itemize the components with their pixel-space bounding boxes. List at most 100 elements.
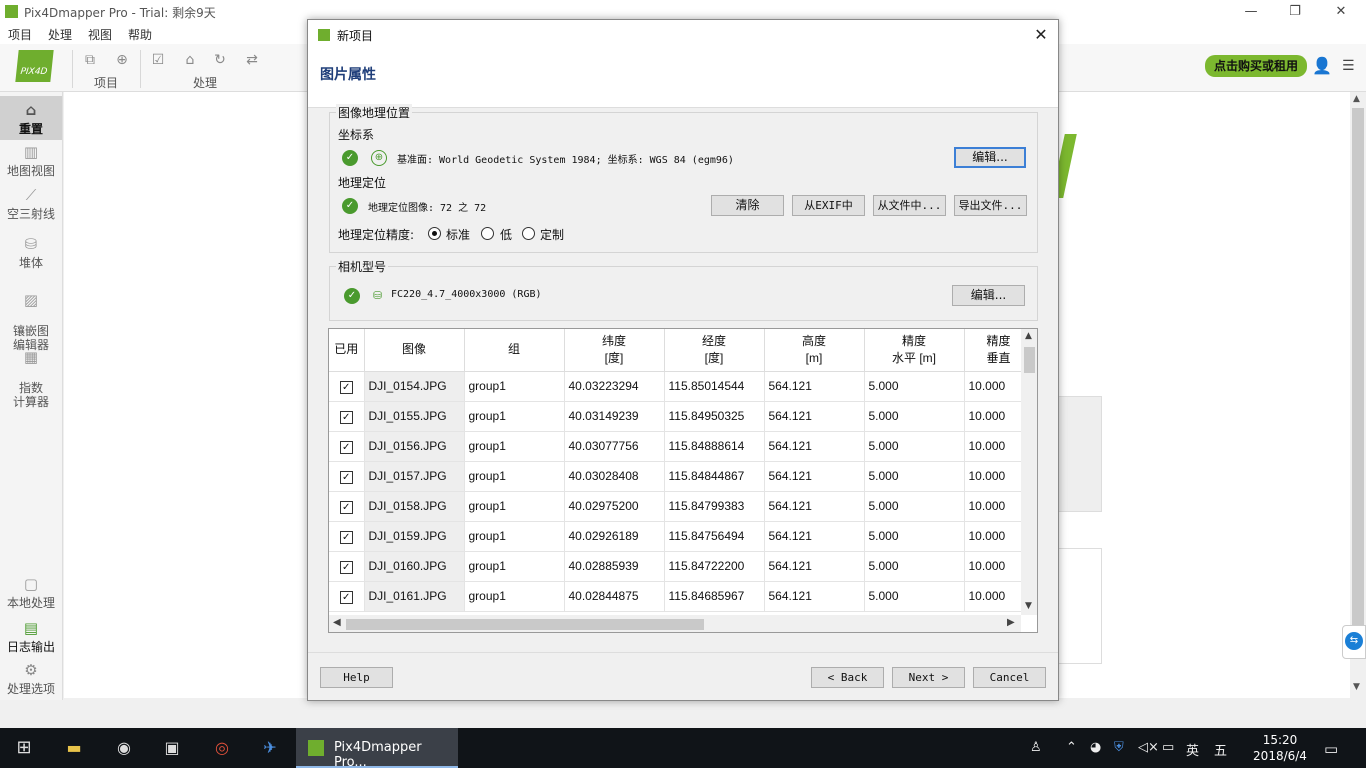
dialog-close-button[interactable]: ✕ xyxy=(1030,24,1052,46)
close-window-button[interactable]: ✕ xyxy=(1318,2,1364,22)
sidebar-item-processing-options[interactable]: ⚙ 处理选项 xyxy=(0,660,62,697)
table-row[interactable]: ✓ DJI_0161.JPG group1 40.02844875 115.846859… xyxy=(329,581,1022,612)
file-explorer-icon[interactable]: ▬ xyxy=(52,732,96,764)
sidebar-item-local-processing[interactable]: ▢ 本地处理 xyxy=(0,574,62,611)
minimize-button[interactable]: — xyxy=(1228,2,1274,22)
show-hidden-icons-icon[interactable]: ⌃ xyxy=(1066,740,1077,755)
ime-language[interactable]: 英 xyxy=(1186,740,1199,759)
used-checkbox-cell[interactable]: ✓ xyxy=(329,461,365,492)
table-row[interactable]: ✓ DJI_0158.JPG group1 40.02975200 115.847993… xyxy=(329,491,1022,522)
used-checkbox[interactable]: ✓ xyxy=(339,410,353,424)
column-header-vertical-accuracy[interactable]: 精度 垂直 xyxy=(964,329,1022,372)
feishu-app-icon[interactable]: ✈ xyxy=(248,732,292,764)
people-icon[interactable]: ♙ xyxy=(1030,740,1042,755)
sidebar-item-map-view[interactable]: ▥ 地图视图 xyxy=(0,142,62,179)
camera-app-icon[interactable]: ◉ xyxy=(102,732,146,764)
accuracy-custom-label[interactable]: 定制 xyxy=(540,226,564,243)
column-header-used[interactable]: 已用 xyxy=(329,329,365,372)
security-shield-icon[interactable]: ⛨ xyxy=(1114,740,1124,755)
back-button[interactable]: < Back xyxy=(811,667,884,688)
next-button[interactable]: Next > xyxy=(892,667,965,688)
scroll-up-icon[interactable]: ▲ xyxy=(1025,331,1032,341)
check-doc-icon[interactable]: ☑ xyxy=(148,52,168,70)
restore-button[interactable]: ❐ xyxy=(1272,2,1318,22)
scrollbar-thumb[interactable] xyxy=(1352,108,1364,644)
used-checkbox[interactable]: ✓ xyxy=(339,470,353,484)
help-button[interactable]: Help xyxy=(320,667,393,688)
cancel-button[interactable]: Cancel xyxy=(973,667,1046,688)
used-checkbox-cell[interactable]: ✓ xyxy=(329,401,365,432)
table-row[interactable]: ✓ DJI_0159.JPG group1 40.02926189 115.847564… xyxy=(329,521,1022,552)
column-header-image[interactable]: 图像 xyxy=(364,329,465,372)
menu-help[interactable]: 帮助 xyxy=(128,26,152,43)
buy-or-rent-button[interactable]: 点击购买或租用 xyxy=(1205,55,1307,77)
used-checkbox[interactable]: ✓ xyxy=(339,530,353,544)
scroll-left-icon[interactable]: ◀ xyxy=(333,617,341,628)
from-exif-button[interactable]: 从EXIF中 xyxy=(792,195,865,216)
used-checkbox[interactable]: ✓ xyxy=(339,380,353,394)
sidebar-item-rays[interactable]: ⟋ 空三射线 xyxy=(0,185,62,222)
ime-mode[interactable]: 五 xyxy=(1214,740,1227,759)
used-checkbox-cell[interactable]: ✓ xyxy=(329,551,365,582)
table-row[interactable]: ✓ DJI_0155.JPG group1 40.03149239 115.849503… xyxy=(329,401,1022,432)
column-header-longitude[interactable]: 经度 [度] xyxy=(664,329,765,372)
table-row[interactable]: ✓ DJI_0157.JPG group1 40.03028408 115.848448… xyxy=(329,461,1022,492)
volume-icon[interactable]: ◁× xyxy=(1138,740,1159,755)
menu-project[interactable]: 项目 xyxy=(8,26,32,43)
scroll-down-icon[interactable]: ▼ xyxy=(1353,682,1360,692)
chrome-icon[interactable]: ◎ xyxy=(200,732,244,764)
accuracy-standard-label[interactable]: 标准 xyxy=(446,226,470,243)
folder-icon[interactable]: ⌂ xyxy=(180,52,200,70)
used-checkbox-cell[interactable]: ✓ xyxy=(329,581,365,612)
scroll-up-icon[interactable]: ▲ xyxy=(1353,94,1360,104)
used-checkbox-cell[interactable]: ✓ xyxy=(329,521,365,552)
sidebar-item-index-calculator[interactable]: ▦ 指数 计算器 xyxy=(0,333,62,409)
accuracy-low-radio[interactable] xyxy=(481,227,494,240)
column-header-altitude[interactable]: 高度 [m] xyxy=(764,329,865,372)
column-header-latitude[interactable]: 纬度 [度] xyxy=(564,329,665,372)
edit-coordinate-system-button[interactable]: 编辑... xyxy=(954,147,1026,168)
action-center-icon[interactable]: ▭ xyxy=(1324,740,1338,758)
table-row[interactable]: ✓ DJI_0154.JPG group1 40.03223294 115.850145… xyxy=(329,371,1022,402)
menu-view[interactable]: 视图 xyxy=(88,26,112,43)
clear-button[interactable]: 清除 xyxy=(711,195,784,216)
used-checkbox[interactable]: ✓ xyxy=(339,440,353,454)
used-checkbox-cell[interactable]: ✓ xyxy=(329,491,365,522)
sidebar-item-volumes[interactable]: ⛁ 堆体 xyxy=(0,234,62,271)
accuracy-standard-radio[interactable] xyxy=(428,227,441,240)
hamburger-menu-icon[interactable]: ☰ xyxy=(1342,58,1358,74)
scroll-right-icon[interactable]: ▶ xyxy=(1007,617,1015,628)
table-horizontal-scrollbar[interactable]: ◀ ▶ xyxy=(329,615,1021,632)
scrollbar-thumb[interactable] xyxy=(1024,347,1035,373)
scroll-down-icon[interactable]: ▼ xyxy=(1025,601,1032,611)
table-row[interactable]: ✓ DJI_0156.JPG group1 40.03077756 115.848886… xyxy=(329,431,1022,462)
from-file-button[interactable]: 从文件中... xyxy=(873,195,946,216)
movie-app-icon[interactable]: ▣ xyxy=(150,732,194,764)
target-icon[interactable]: ⊕ xyxy=(112,52,132,70)
used-checkbox[interactable]: ✓ xyxy=(339,560,353,574)
table-vertical-scrollbar[interactable]: ▲ ▼ xyxy=(1021,329,1037,615)
teamviewer-widget[interactable]: ⇆ xyxy=(1342,625,1366,659)
sidebar-item-reset[interactable]: ⌂ 重置 xyxy=(0,96,62,140)
table-row[interactable]: ✓ DJI_0160.JPG group1 40.02885939 115.847222… xyxy=(329,551,1022,582)
used-checkbox-cell[interactable]: ✓ xyxy=(329,431,365,462)
system-clock[interactable]: 15:20 2018/6/4 xyxy=(1250,732,1310,764)
sync-icon[interactable]: ⇄ xyxy=(242,52,262,70)
windows-start-icon[interactable]: ⊞ xyxy=(2,732,46,764)
accuracy-custom-radio[interactable] xyxy=(522,227,535,240)
accuracy-low-label[interactable]: 低 xyxy=(500,226,512,243)
user-icon[interactable]: 👤 xyxy=(1312,56,1332,76)
network-icon[interactable]: ▭ xyxy=(1162,740,1174,755)
open-project-icon[interactable]: ⧉ xyxy=(80,52,100,70)
edit-camera-button[interactable]: 编辑... xyxy=(952,285,1025,306)
refresh-icon[interactable]: ↻ xyxy=(210,52,230,70)
menu-process[interactable]: 处理 xyxy=(48,26,72,43)
column-header-horizontal-accuracy[interactable]: 精度 水平 [m] xyxy=(864,329,965,372)
scrollbar-thumb[interactable] xyxy=(346,619,704,630)
used-checkbox-cell[interactable]: ✓ xyxy=(329,371,365,402)
taskbar-item-pix4dmapper[interactable]: Pix4Dmapper Pro... xyxy=(296,728,458,768)
sidebar-item-log-output[interactable]: ▤ 日志输出 xyxy=(0,618,62,655)
qq-icon[interactable]: ◕ xyxy=(1090,740,1101,755)
export-file-button[interactable]: 导出文件... xyxy=(954,195,1027,216)
workspace-scrollbar[interactable]: ▲ ▼ xyxy=(1350,92,1366,698)
